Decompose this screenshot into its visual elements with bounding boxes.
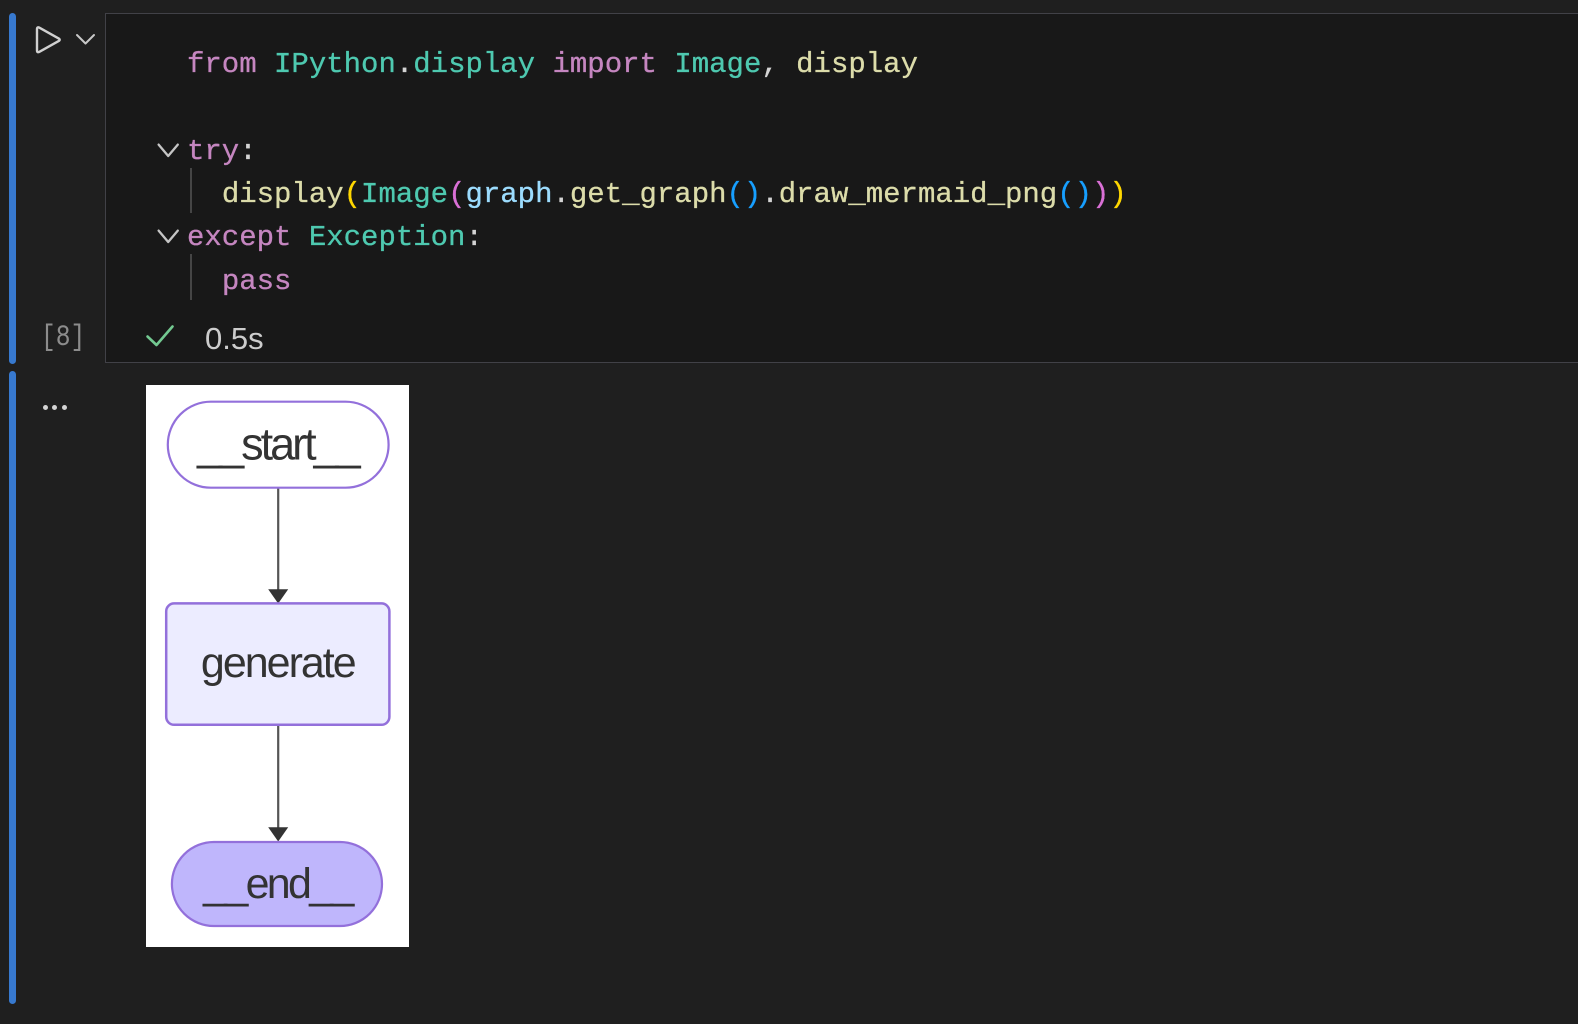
svg-text:generate: generate xyxy=(200,639,354,687)
svg-text:__end__: __end__ xyxy=(202,860,355,908)
svg-text:__start__: __start__ xyxy=(196,418,362,469)
